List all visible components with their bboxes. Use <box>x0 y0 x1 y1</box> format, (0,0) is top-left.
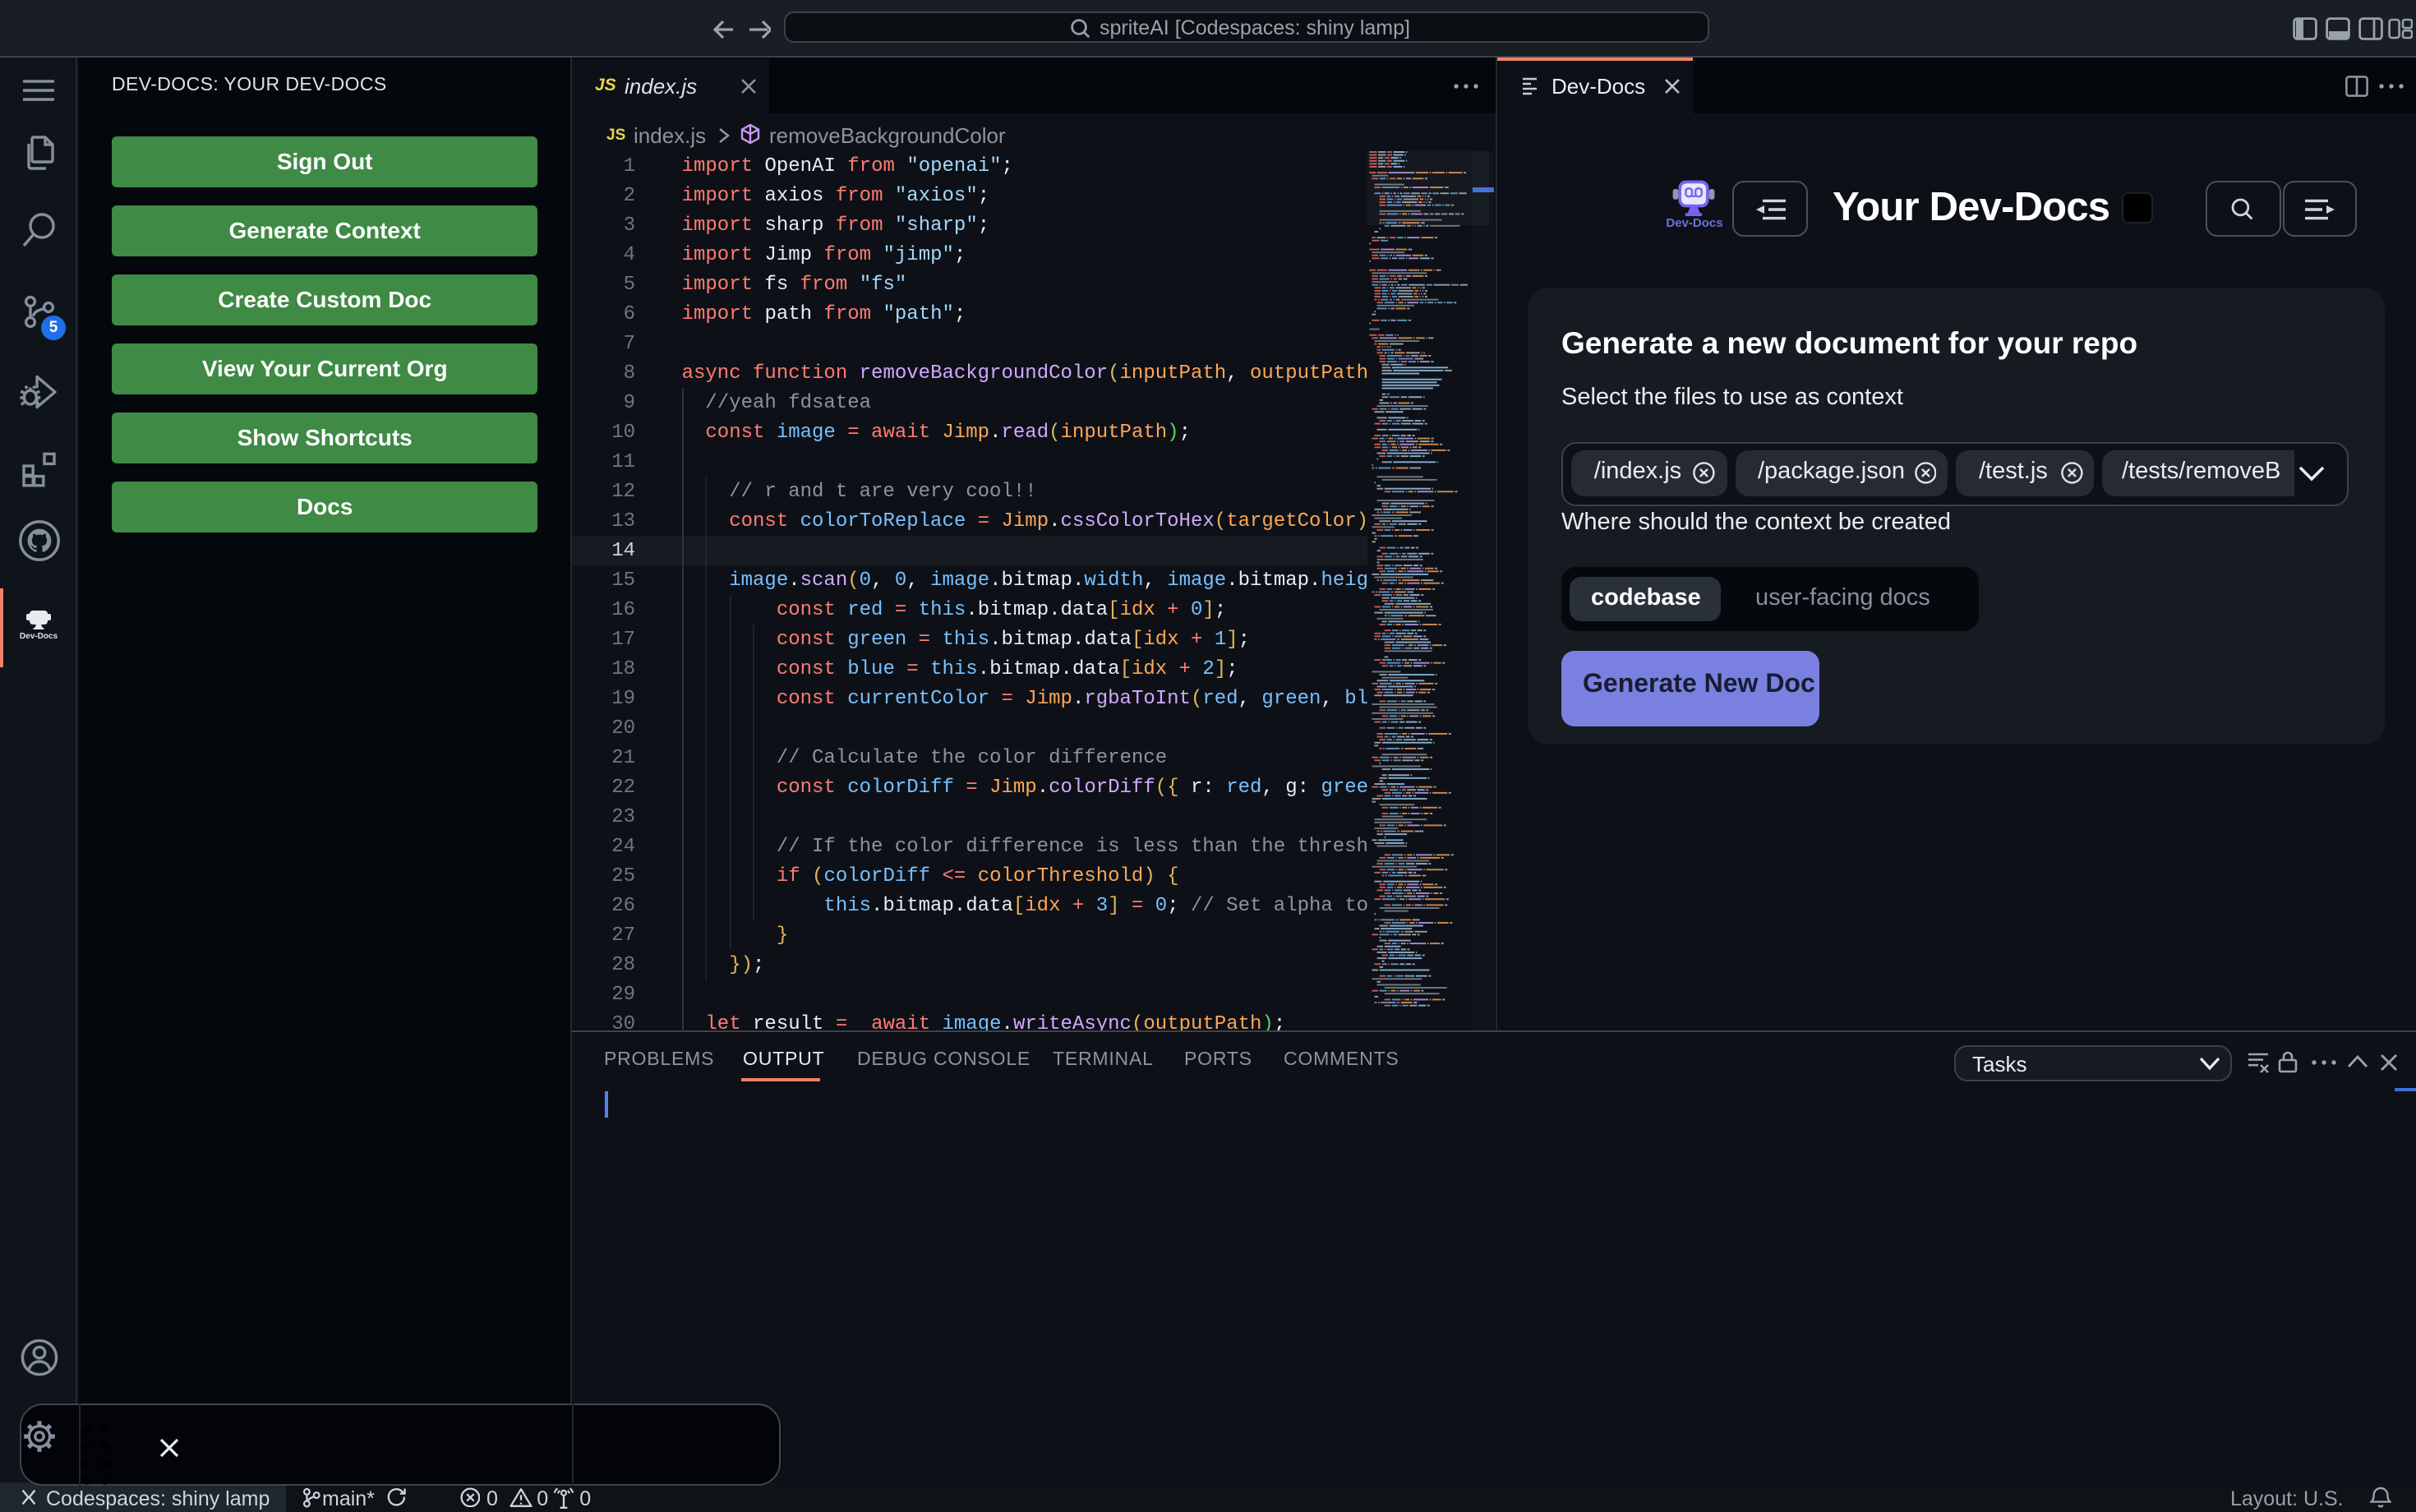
svg-text:Dev-Docs: Dev-Docs <box>20 632 58 641</box>
